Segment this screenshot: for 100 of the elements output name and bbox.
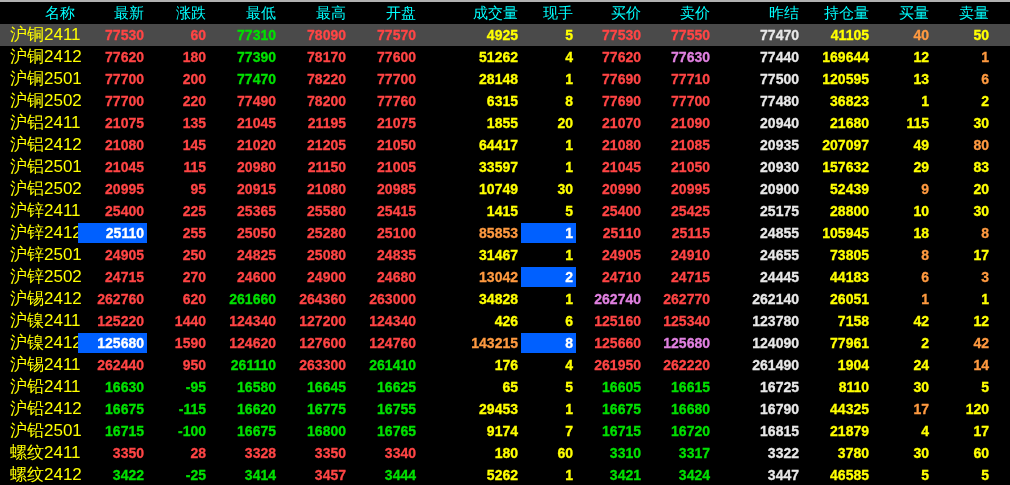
- quote-value: 24905: [602, 247, 641, 263]
- quote-value: 21045: [105, 159, 144, 175]
- quote-value: 24680: [377, 269, 416, 285]
- quote-value: 105945: [822, 225, 869, 241]
- quote-value: 42: [913, 313, 929, 329]
- column-header[interactable]: 涨跌: [147, 3, 209, 23]
- quote-value: 5262: [486, 467, 518, 483]
- column-header[interactable]: 最低: [209, 3, 279, 23]
- column-header[interactable]: 最新: [78, 3, 147, 23]
- quote-value: 30: [973, 203, 989, 219]
- quote-value: 20990: [602, 181, 641, 197]
- quote-value: 16620: [237, 401, 276, 417]
- quote-value: 77570: [377, 27, 416, 43]
- quote-value: 3350: [112, 445, 144, 461]
- contract-name: 沪锌2411: [9, 201, 78, 221]
- quote-value: 40: [913, 27, 929, 43]
- quote-value: 3322: [767, 445, 799, 461]
- column-header[interactable]: 开盘: [349, 3, 419, 23]
- column-header[interactable]: 名称: [0, 3, 78, 23]
- column-header[interactable]: 最高: [279, 3, 349, 23]
- column-header[interactable]: 买价: [576, 3, 644, 23]
- contract-name: 沪锡2411: [9, 355, 78, 375]
- quote-value: 20980: [237, 159, 276, 175]
- contract-name: 沪铅2411: [9, 377, 78, 397]
- quote-value: 3421: [609, 467, 641, 483]
- quote-value: 28: [190, 445, 206, 461]
- quote-value: 180: [182, 49, 206, 65]
- column-header[interactable]: 卖量: [932, 3, 992, 23]
- quote-value: 4: [921, 423, 929, 439]
- quote-value: 25400: [105, 203, 144, 219]
- quote-value: 261410: [369, 357, 416, 373]
- column-header[interactable]: 昨结: [713, 3, 802, 23]
- quote-value: 3328: [244, 445, 276, 461]
- quote-value: 3310: [609, 445, 641, 461]
- quote-value: 263300: [299, 357, 346, 373]
- quote-value: 125660: [594, 335, 641, 351]
- column-header[interactable]: 持仓量: [802, 3, 872, 23]
- quote-value: 5: [921, 467, 929, 483]
- quote-value: 261660: [229, 291, 276, 307]
- quote-value: 21080: [307, 181, 346, 197]
- quote-value: 17: [913, 401, 929, 417]
- quote-value: 24825: [237, 247, 276, 263]
- quote-value: 26051: [830, 291, 869, 307]
- quote-value: 25425: [671, 203, 710, 219]
- quote-value: 2: [981, 93, 989, 109]
- quote-value: 16815: [760, 423, 799, 439]
- quote-value: 125220: [97, 313, 144, 329]
- quote-value: 21680: [830, 115, 869, 131]
- quote-value: 36823: [830, 93, 869, 109]
- quote-value: 24655: [760, 247, 799, 263]
- quote-value: 261110: [230, 357, 276, 373]
- quote-value: 29453: [479, 401, 518, 417]
- quote-value: 77630: [671, 49, 710, 65]
- quote-value: 25415: [377, 203, 416, 219]
- quote-value: -115: [178, 401, 206, 417]
- quote-value: 20935: [760, 137, 799, 153]
- quote-value: 10: [913, 203, 929, 219]
- quote-value: 30: [557, 181, 573, 197]
- quote-value: 16625: [377, 379, 416, 395]
- quote-value: 3414: [244, 467, 276, 483]
- quote-value: 25115: [671, 225, 710, 241]
- quote-value: 115: [183, 159, 206, 175]
- quote-value: 64417: [479, 137, 518, 153]
- quote-value: 261490: [752, 357, 799, 373]
- contract-name: 沪铜2411: [9, 25, 78, 45]
- quote-value: 49: [913, 137, 929, 153]
- quote-value: 24710: [602, 269, 641, 285]
- quote-value: 20995: [105, 181, 144, 197]
- quote-value: 17: [973, 423, 989, 439]
- quote-value: 28800: [830, 203, 869, 219]
- quote-value: 3422: [112, 467, 144, 483]
- quote-value: 120: [965, 401, 989, 417]
- quote-value: 1: [981, 291, 989, 307]
- quote-value: 123780: [752, 313, 799, 329]
- quote-value: 16615: [671, 379, 710, 395]
- quote-value: 77550: [671, 27, 710, 43]
- quote-value: 950: [182, 357, 206, 373]
- quote-value: 77700: [105, 93, 144, 109]
- quote-value: 21045: [237, 115, 276, 131]
- quote-value: 21080: [105, 137, 144, 153]
- quote-value: 3424: [678, 467, 710, 483]
- column-header[interactable]: 卖价: [644, 3, 713, 23]
- quote-value: 77700: [105, 71, 144, 87]
- quote-value: -25: [185, 467, 206, 483]
- column-header[interactable]: 成交量: [419, 3, 521, 23]
- quote-value: 77760: [377, 93, 416, 109]
- quote-value: 77440: [760, 49, 799, 65]
- quote-value: 1590: [174, 335, 206, 351]
- quote-value: 262740: [594, 291, 641, 307]
- quote-value: 13042: [479, 269, 518, 285]
- quote-value: 176: [494, 357, 518, 373]
- quote-value: 80: [973, 137, 989, 153]
- quote-value: 1: [565, 401, 573, 417]
- quote-value: 25100: [377, 225, 416, 241]
- quote-value: 20: [973, 181, 989, 197]
- quote-value: 262760: [97, 291, 144, 307]
- quote-value: 16580: [237, 379, 276, 395]
- column-header[interactable]: 现手: [521, 3, 576, 23]
- column-header[interactable]: 买量: [872, 3, 932, 23]
- quote-row[interactable]: 沪铜2411 77530 60 77310 78090 77570 4925 5 77530 77550 77470 41105 40 50: [0, 24, 1010, 46]
